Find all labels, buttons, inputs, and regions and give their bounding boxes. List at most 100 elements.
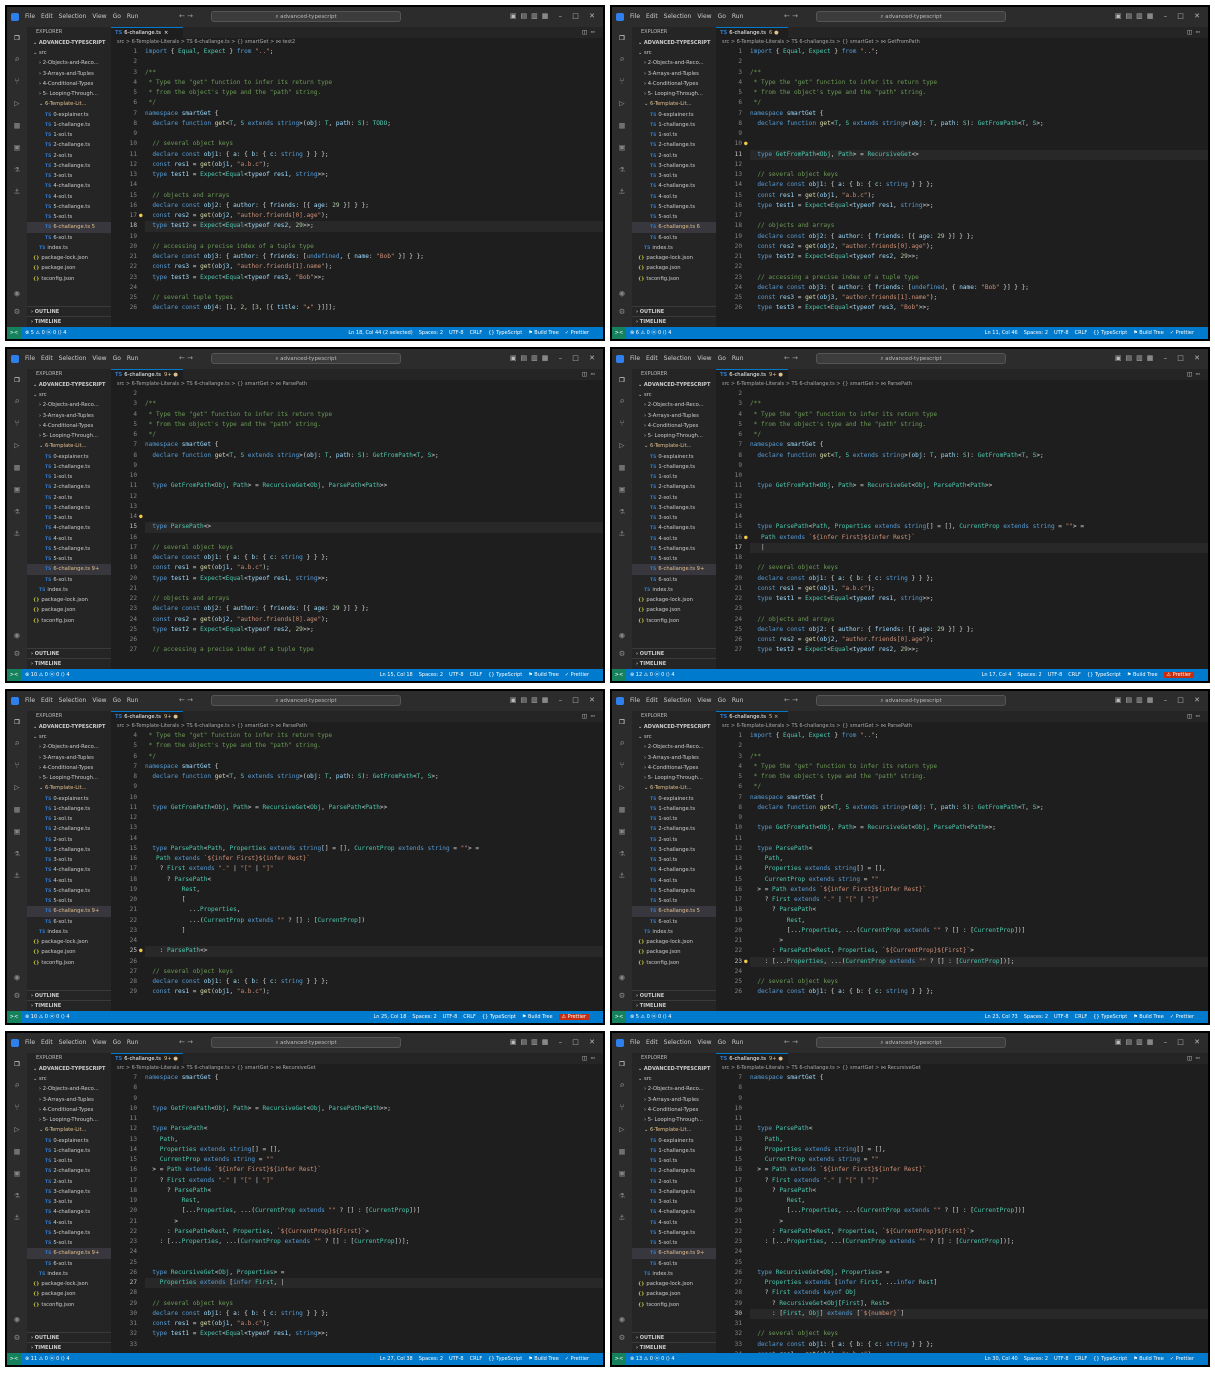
file-tree-item[interactable]: {} package-lock.json — [632, 253, 716, 263]
file-tree-item[interactable]: TS 4-challange.ts — [27, 865, 111, 875]
file-tree-item[interactable]: {} tsconfig.json — [632, 274, 716, 284]
menu-item-view[interactable]: View — [92, 697, 106, 704]
file-tree-item[interactable]: TS 6-sol.ts — [632, 575, 716, 585]
account-icon[interactable]: ◉ — [12, 973, 22, 983]
breadcrumb[interactable]: src > 6-Template-Literals > TS 6-challan… — [716, 380, 1208, 389]
file-tree-item[interactable]: {} package.json — [27, 947, 111, 957]
file-tree-item[interactable]: TS 4-challange.ts — [632, 523, 716, 533]
file-tree-item[interactable]: › 5- Looping-Through... — [632, 89, 716, 99]
file-tree-item[interactable]: TS 2-challange.ts — [632, 482, 716, 492]
lightbulb-icon[interactable]: ● — [139, 211, 143, 221]
file-tree-item[interactable]: › 4-Conditional-Types — [27, 763, 111, 773]
code-editor[interactable]: 1 import { Equal, Expect } from ".."; 2 3/*… — [111, 47, 603, 327]
command-center-search[interactable]: ⌕ advanced-typescript — [211, 353, 401, 364]
testing-icon[interactable]: ⚗ — [12, 165, 22, 175]
file-tree-item[interactable]: TS 1-sol.ts — [27, 814, 111, 824]
workspace-root[interactable]: ⌄ ADVANCED-TYPESCRIPT — [27, 1064, 111, 1074]
problems-indicator[interactable]: ⊗ 13 ⚠ 0 ⓦ 0 ⟨⟩ 4 — [630, 1353, 675, 1365]
file-tree-item[interactable]: {} package.json — [27, 263, 111, 273]
file-tree-item[interactable]: ⌄ 6-Template-Lit... — [27, 783, 111, 793]
status-item[interactable]: Ln 18, Col 44 (2 selected) — [348, 330, 412, 336]
file-tree-item[interactable]: TS 1-challange.ts — [632, 462, 716, 472]
file-tree-item[interactable]: ⌄ src — [632, 1074, 716, 1084]
code-editor[interactable]: 4 * Type the "get" function to infer its… — [111, 731, 603, 1011]
status-item[interactable]: CRLF — [470, 1356, 483, 1362]
remote-icon[interactable]: ▣ — [12, 827, 22, 837]
menu-item-go[interactable]: Go — [718, 13, 726, 20]
settings-icon[interactable]: ⚙ — [617, 1333, 627, 1343]
status-item[interactable]: Spaces: 2 — [1024, 1014, 1048, 1020]
extensions-icon[interactable]: ▦ — [12, 1147, 22, 1157]
menu-item-run[interactable]: Run — [127, 355, 139, 362]
file-tree-item[interactable]: TS 5-challange.ts — [27, 1228, 111, 1238]
file-tree-item[interactable]: TS 0-explainer.ts — [27, 794, 111, 804]
account-icon[interactable]: ◉ — [12, 1315, 22, 1325]
status-item[interactable]: CRLF — [463, 1014, 476, 1020]
status-item[interactable]: {} TypeScript — [1093, 1014, 1127, 1020]
file-tree-item[interactable]: TS 2-challange.ts — [27, 824, 111, 834]
editor-actions-icon[interactable]: ◫ ⋯ — [1187, 1054, 1200, 1062]
run-debug-icon[interactable]: ▷ — [12, 1125, 22, 1135]
run-debug-icon[interactable]: ▷ — [12, 441, 22, 451]
file-tree-item[interactable]: TS 3-sol.ts — [632, 171, 716, 181]
file-tree-item[interactable]: {} package.json — [632, 263, 716, 273]
timeline-section[interactable]: › TIMELINE — [27, 1000, 111, 1011]
menu-item-edit[interactable]: Edit — [646, 1039, 658, 1046]
remote-indicator-icon[interactable]: >< — [612, 1011, 626, 1023]
search-icon[interactable]: ⌕ — [617, 55, 627, 65]
status-item[interactable]: UTF-8 — [1054, 1356, 1069, 1362]
extensions-icon[interactable]: ▦ — [617, 1147, 627, 1157]
testing-icon[interactable]: ⚗ — [12, 507, 22, 517]
file-tree-item[interactable]: TS 1-sol.ts — [632, 814, 716, 824]
status-item[interactable]: UTF-8 — [1054, 330, 1069, 336]
status-item[interactable]: Ln 30, Col 40 — [985, 1356, 1018, 1362]
file-tree-item[interactable]: TS 1-sol.ts — [27, 1156, 111, 1166]
search-icon[interactable]: ⌕ — [617, 397, 627, 407]
menu-item-file[interactable]: File — [630, 355, 640, 362]
status-item[interactable]: Spaces: 2 — [1024, 330, 1048, 336]
docker-icon[interactable]: ⚓ — [12, 871, 22, 881]
editor-actions-icon[interactable]: ◫ ⋯ — [1187, 712, 1200, 720]
file-tree-item[interactable]: › 5- Looping-Through... — [27, 431, 111, 441]
file-tree-item[interactable]: TS 0-explainer.ts — [27, 1136, 111, 1146]
problems-indicator[interactable]: ⊗ 5 ⚠ 0 ⓦ 0 ⟨⟩ 4 — [630, 1011, 671, 1023]
file-tree-item[interactable]: ⌄ 6-Template-Lit... — [632, 783, 716, 793]
command-center-search[interactable]: ⌕ advanced-typescript — [211, 695, 401, 706]
menu-item-view[interactable]: View — [92, 1039, 106, 1046]
account-icon[interactable]: ◉ — [617, 289, 627, 299]
file-tree-item[interactable]: TS 4-sol.ts — [27, 534, 111, 544]
file-tree-item[interactable]: TS 3-challange.ts — [27, 1187, 111, 1197]
menu-item-go[interactable]: Go — [718, 1039, 726, 1046]
file-tree-item[interactable]: › 4-Conditional-Types — [632, 421, 716, 431]
file-tree-item[interactable]: › 4-Conditional-Types — [27, 421, 111, 431]
search-icon[interactable]: ⌕ — [12, 739, 22, 749]
window-controls[interactable]: ▣▤▥▦ – □ ✕ — [510, 12, 599, 20]
workspace-root[interactable]: ⌄ ADVANCED-TYPESCRIPT — [632, 380, 716, 390]
file-tree-item[interactable]: › 2-Objects-and-Reco... — [27, 742, 111, 752]
search-icon[interactable]: ⌕ — [12, 55, 22, 65]
problems-indicator[interactable]: ⊗ 5 ⚠ 0 ⓦ 0 ⟨⟩ 4 — [25, 327, 66, 339]
status-item[interactable]: ⚑ Build Tree — [522, 1014, 553, 1020]
menu-item-go[interactable]: Go — [718, 697, 726, 704]
status-item[interactable]: CRLF — [470, 672, 483, 678]
menu-item-run[interactable]: Run — [127, 1039, 139, 1046]
file-tree-item[interactable]: TS 5-sol.ts — [27, 554, 111, 564]
status-item[interactable]: ✓ Prettier — [1170, 1014, 1194, 1020]
file-tree-item[interactable]: TS 4-challange.ts — [27, 1207, 111, 1217]
remote-indicator-icon[interactable]: >< — [612, 327, 626, 339]
nav-arrows[interactable]: ← → — [179, 12, 193, 20]
workspace-root[interactable]: ⌄ ADVANCED-TYPESCRIPT — [27, 380, 111, 390]
timeline-section[interactable]: › TIMELINE — [632, 658, 716, 669]
file-tree-item[interactable]: ⌄ 6-Template-Lit... — [632, 99, 716, 109]
file-tree-item[interactable]: TS 0-explainer.ts — [27, 110, 111, 120]
status-item[interactable]: Ln 15, Col 18 — [380, 672, 413, 678]
file-tree-item[interactable]: › 5- Looping-Through... — [632, 773, 716, 783]
files-icon[interactable]: ❐ — [617, 1059, 627, 1069]
file-tree-item[interactable]: TS 5-sol.ts — [632, 212, 716, 222]
file-tree-item[interactable]: {} package-lock.json — [27, 595, 111, 605]
workspace-root[interactable]: ⌄ ADVANCED-TYPESCRIPT — [632, 38, 716, 48]
settings-icon[interactable]: ⚙ — [12, 649, 22, 659]
extensions-icon[interactable]: ▦ — [12, 121, 22, 131]
file-tree-item[interactable]: TS 1-challange.ts — [27, 804, 111, 814]
menu-item-edit[interactable]: Edit — [41, 355, 53, 362]
